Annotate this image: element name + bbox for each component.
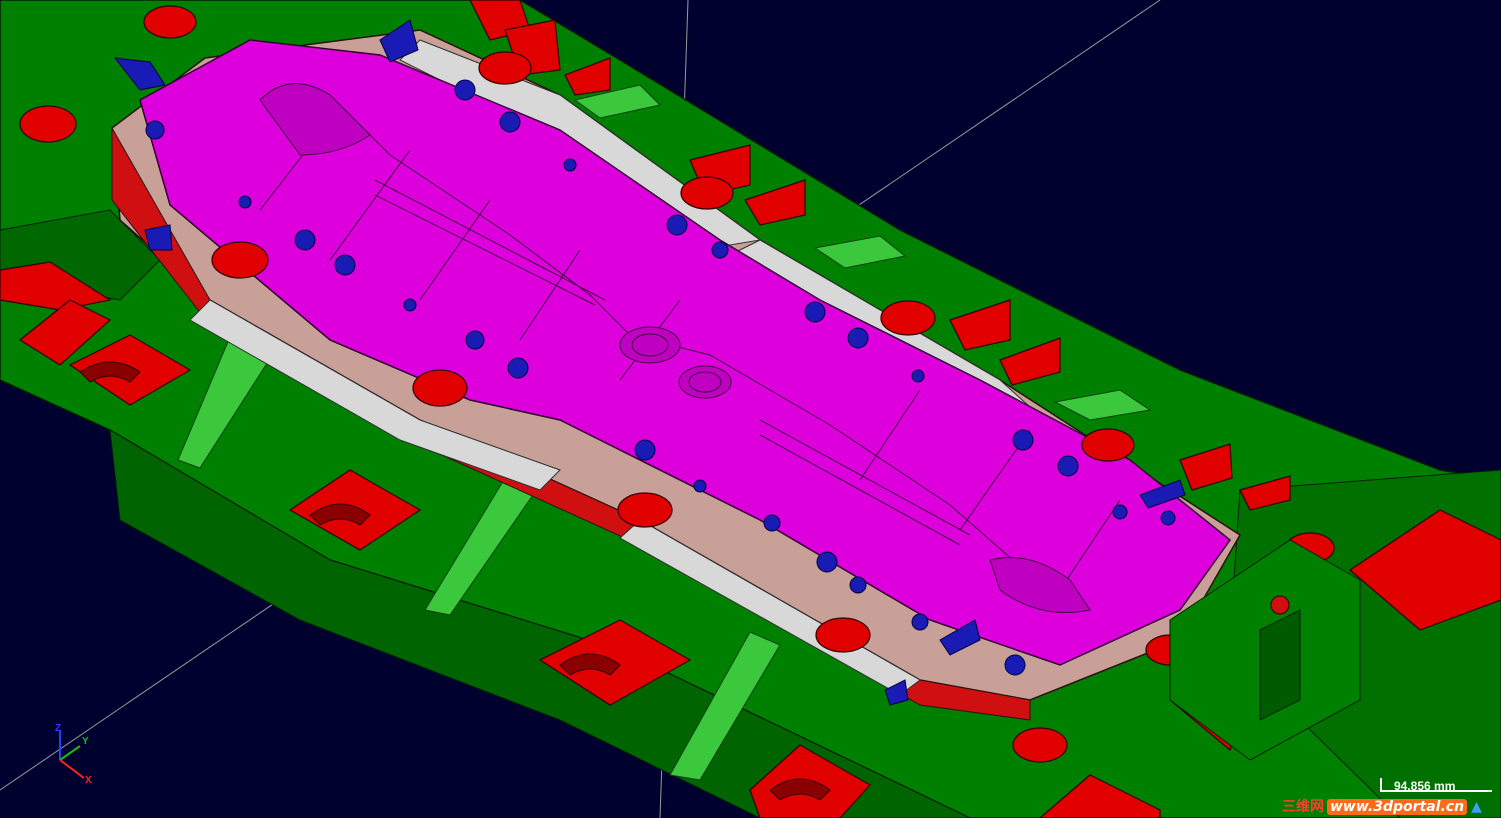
scale-label: 94.856 mm	[1394, 779, 1456, 793]
z-axis-label: Z	[55, 723, 61, 734]
3d-viewport[interactable]: Z Y X 94.856 mm 三维网 www.3dportal.cn ▲	[0, 0, 1501, 818]
axis-triad: Z Y X	[44, 720, 104, 790]
end-block-window	[1259, 609, 1301, 721]
watermark: 三维网 www.3dportal.cn ▲	[1282, 796, 1482, 816]
x-axis-label: X	[85, 775, 92, 786]
tshirt-icon: ▲	[1471, 799, 1482, 815]
y-axis-label: Y	[82, 736, 89, 747]
cad-model[interactable]	[0, 0, 1501, 818]
watermark-url: www.3dportal.cn	[1327, 799, 1468, 815]
y-axis-line	[59, 745, 81, 761]
watermark-brand: 三维网	[1282, 799, 1324, 815]
x-axis-line	[59, 759, 85, 779]
end-block-hole	[1270, 595, 1290, 615]
